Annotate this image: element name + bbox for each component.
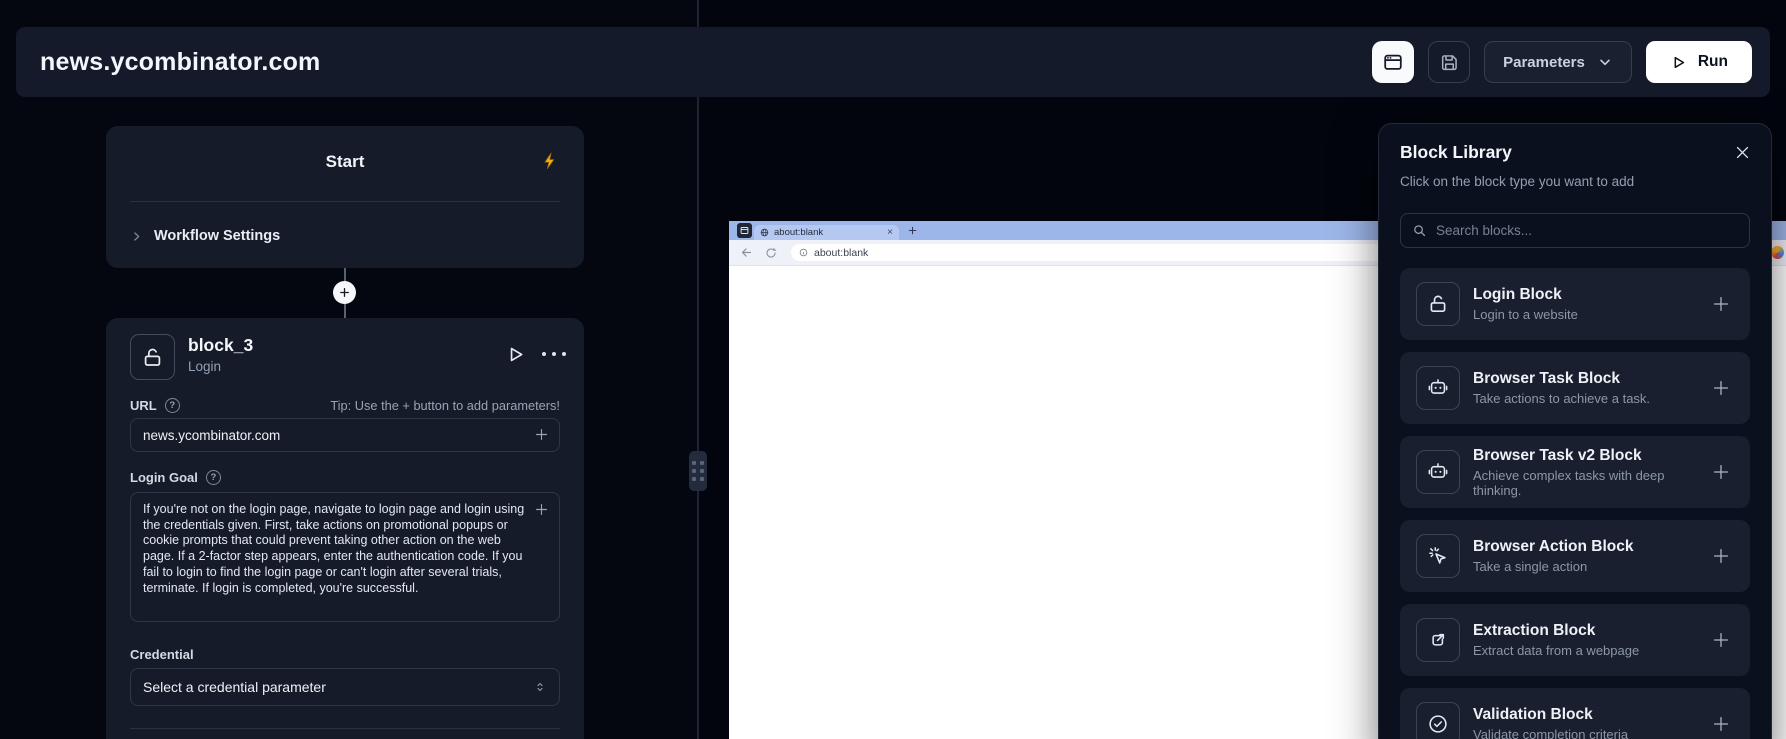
library-item-description: Extract data from a webpage: [1473, 643, 1639, 658]
library-item-validation-block[interactable]: Validation Block Validate completion cri…: [1400, 688, 1750, 739]
credential-label: Credential: [130, 647, 194, 662]
search-icon: [1412, 223, 1427, 238]
lock-icon: [1416, 282, 1460, 326]
add-block-connector-button[interactable]: [333, 281, 356, 304]
start-node-title: Start: [106, 152, 584, 172]
library-item-title: Extraction Block: [1473, 622, 1639, 640]
library-item-title: Browser Task Block: [1473, 370, 1650, 388]
workflow-settings-toggle[interactable]: Workflow Settings: [130, 220, 280, 252]
globe-icon: [760, 228, 769, 237]
block-library-subtitle: Click on the block type you want to add: [1400, 174, 1634, 189]
browser-view-button[interactable]: [1372, 41, 1414, 83]
block-card-divider: [130, 728, 560, 729]
login-goal-row: Login Goal ?: [130, 470, 221, 485]
back-arrow-icon: [739, 246, 752, 259]
help-icon[interactable]: ?: [206, 470, 221, 485]
browser-window-icon: [1382, 51, 1404, 73]
search-blocks-input[interactable]: [1436, 223, 1738, 238]
browser-tab: about:blank ×: [754, 225, 899, 240]
block-search-field: [1400, 213, 1750, 248]
export-icon: [1416, 618, 1460, 662]
library-item-title: Login Block: [1473, 286, 1578, 304]
workflow-settings-label: Workflow Settings: [154, 228, 280, 244]
panel-divider: [697, 0, 699, 739]
select-chevrons-icon: [533, 680, 547, 694]
library-item-description: Achieve complex tasks with deep thinking…: [1473, 468, 1697, 498]
library-item-description: Take actions to achieve a task.: [1473, 391, 1650, 406]
url-input[interactable]: [130, 418, 560, 452]
profile-avatar: [1771, 246, 1784, 259]
credential-select-value: Select a credential parameter: [143, 679, 326, 695]
start-card-divider: [130, 201, 560, 202]
library-item-description: Take a single action: [1473, 559, 1634, 574]
play-icon: [1670, 54, 1687, 71]
block-library-title: Block Library: [1400, 142, 1512, 163]
refresh-icon: [765, 247, 777, 259]
plus-icon: [338, 286, 351, 299]
library-item-description: Login to a website: [1473, 307, 1578, 322]
lightning-icon: [540, 150, 560, 172]
add-block-plus-icon[interactable]: [1710, 461, 1732, 483]
add-parameter-plus-icon[interactable]: [533, 501, 550, 518]
library-item-title: Validation Block: [1473, 706, 1628, 724]
library-item-title: Browser Task v2 Block: [1473, 447, 1697, 465]
add-block-plus-icon[interactable]: [1710, 545, 1732, 567]
cursor-click-icon: [1416, 534, 1460, 578]
address-url: about:blank: [814, 247, 868, 259]
save-icon: [1439, 52, 1460, 73]
library-item-browser-task-v2-block[interactable]: Browser Task v2 Block Achieve complex ta…: [1400, 436, 1750, 508]
url-field-row: URL ? Tip: Use the + button to add param…: [130, 398, 560, 413]
login-goal-field: If you're not on the login page, navigat…: [130, 492, 560, 622]
login-goal-label: Login Goal: [130, 470, 198, 485]
window-icon: [737, 223, 752, 238]
lock-icon: [130, 334, 175, 380]
parameters-tip: Tip: Use the + button to add parameters!: [330, 398, 560, 413]
block-type-label: Login: [188, 359, 221, 374]
chevron-right-icon: [130, 230, 143, 243]
header-actions: Parameters Run: [1372, 41, 1752, 83]
add-block-plus-icon[interactable]: [1710, 629, 1732, 651]
chevron-down-icon: [1597, 54, 1613, 70]
credential-select[interactable]: Select a credential parameter: [130, 668, 560, 706]
parameters-button-label: Parameters: [1503, 54, 1585, 71]
workflow-title: news.ycombinator.com: [40, 48, 320, 77]
run-block-button[interactable]: [505, 344, 526, 365]
info-icon: [799, 248, 808, 257]
app-header: news.ycombinator.com Para: [16, 27, 1770, 97]
save-button[interactable]: [1428, 41, 1470, 83]
library-item-extraction-block[interactable]: Extraction Block Extract data from a web…: [1400, 604, 1750, 676]
block-library-panel: Block Library Click on the block type yo…: [1378, 123, 1772, 739]
add-block-plus-icon[interactable]: [1710, 293, 1732, 315]
url-label: URL: [130, 398, 157, 413]
parameters-button[interactable]: Parameters: [1484, 41, 1632, 83]
add-parameter-plus-icon[interactable]: [533, 426, 550, 443]
help-icon[interactable]: ?: [165, 398, 180, 413]
login-goal-textarea[interactable]: If you're not on the login page, navigat…: [130, 492, 560, 622]
library-item-title: Browser Action Block: [1473, 538, 1634, 556]
close-icon[interactable]: [1734, 144, 1751, 161]
robot-icon: [1416, 366, 1460, 410]
tab-close-icon: ×: [887, 228, 893, 238]
add-block-plus-icon[interactable]: [1710, 377, 1732, 399]
add-block-plus-icon[interactable]: [1710, 713, 1732, 735]
start-node-card[interactable]: Start Workflow Settings: [106, 126, 584, 268]
library-item-browser-action-block[interactable]: Browser Action Block Take a single actio…: [1400, 520, 1750, 592]
library-item-login-block[interactable]: Login Block Login to a website: [1400, 268, 1750, 340]
block-menu-button[interactable]: [542, 352, 566, 356]
new-tab-plus-icon: [907, 225, 918, 236]
tab-title: about:blank: [774, 227, 823, 238]
check-circle-icon: [1416, 702, 1460, 739]
login-block-node-card[interactable]: block_3 Login URL ? Tip: Use the + butto…: [106, 318, 584, 739]
panel-resize-handle[interactable]: [689, 451, 707, 491]
run-button[interactable]: Run: [1646, 41, 1752, 83]
block-library-list: Login Block Login to a website Browser: [1400, 268, 1750, 739]
run-button-label: Run: [1698, 53, 1728, 71]
robot-icon: [1416, 450, 1460, 494]
library-item-description: Validate completion criteria: [1473, 727, 1628, 739]
library-item-browser-task-block[interactable]: Browser Task Block Take actions to achie…: [1400, 352, 1750, 424]
block-title: block_3: [188, 335, 253, 356]
